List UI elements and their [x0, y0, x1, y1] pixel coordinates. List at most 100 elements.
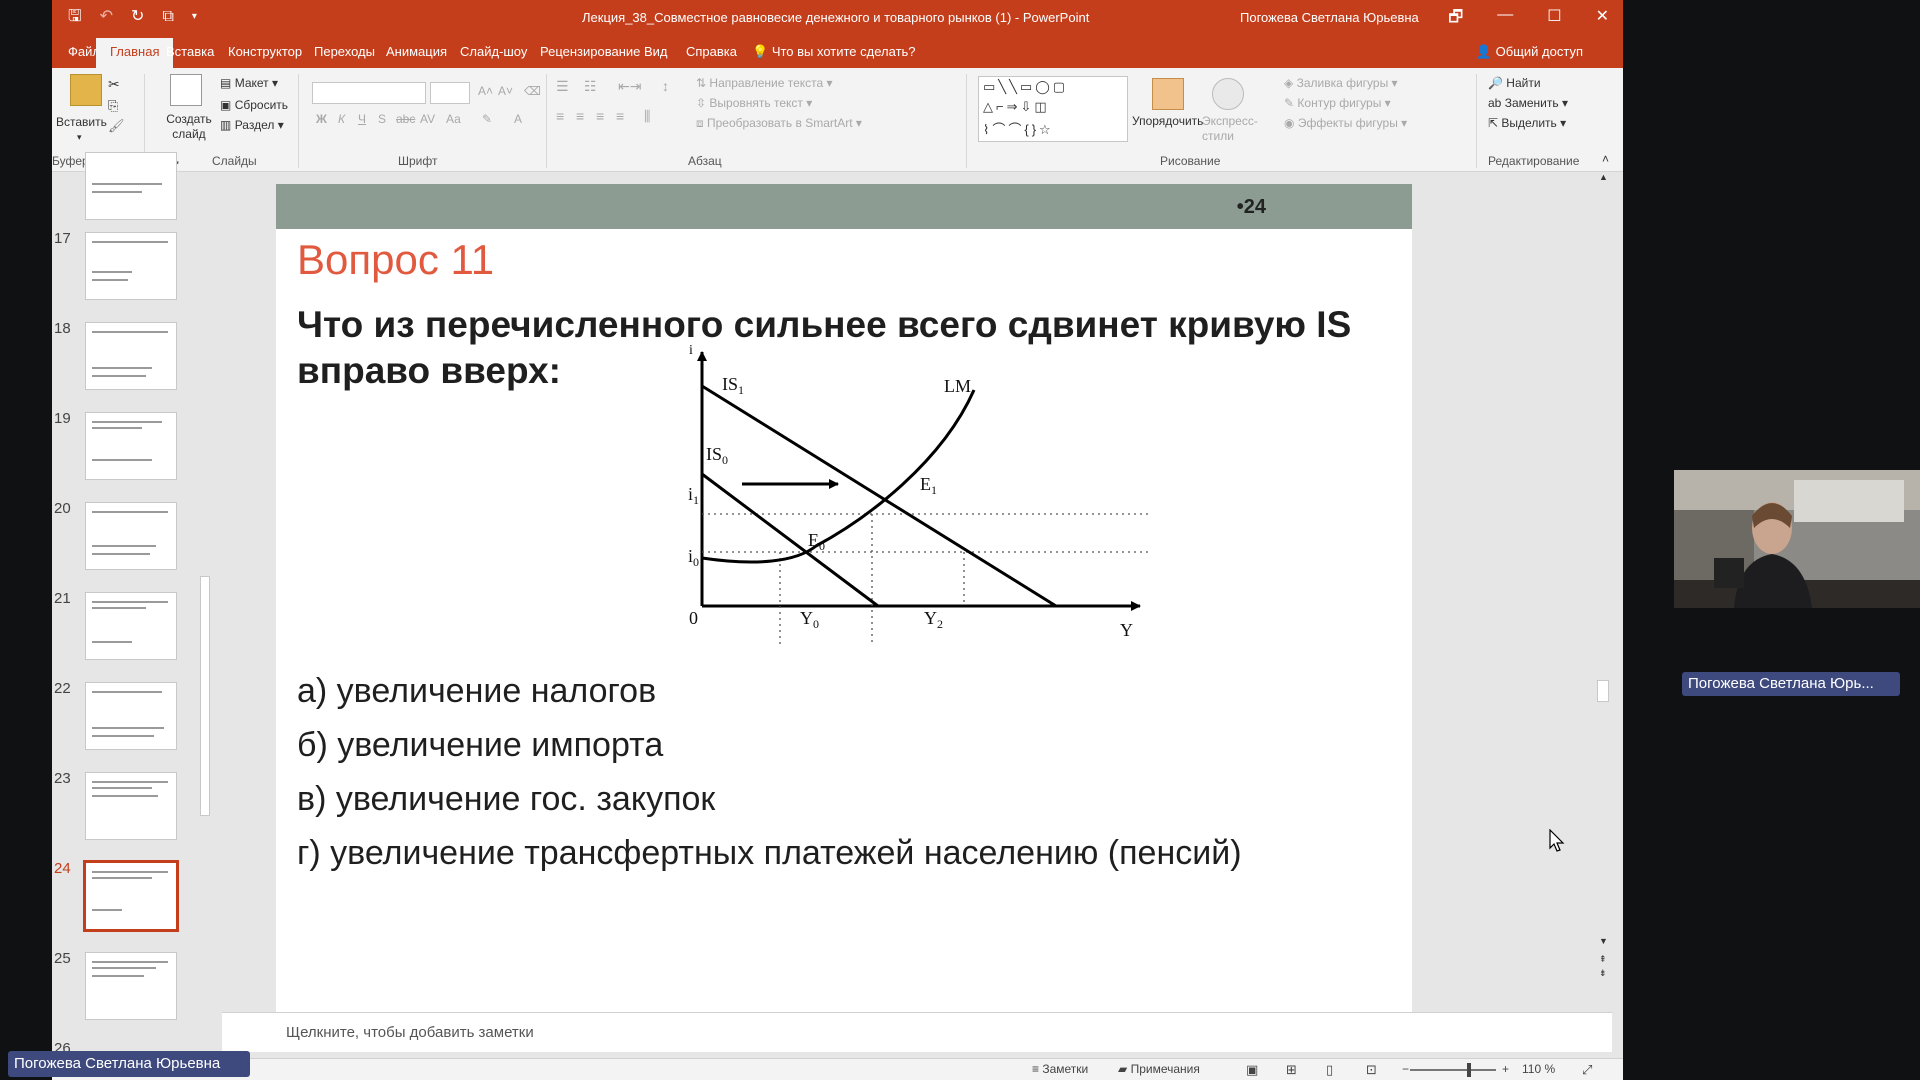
format-painter-icon[interactable]: 🖌 — [108, 118, 125, 134]
font-color-button[interactable]: А — [514, 112, 522, 126]
save-icon[interactable]: 🖫 — [68, 8, 82, 26]
start-slideshow-icon[interactable]: ⧉ — [162, 8, 173, 26]
customize-toolbar-icon[interactable]: ▾ — [192, 8, 197, 26]
slide-thumbnail[interactable] — [85, 322, 177, 390]
section-button[interactable]: ▥ Раздел ▾ — [220, 118, 284, 132]
tab-home[interactable]: Главная — [96, 38, 174, 68]
tab-animation[interactable]: Анимация — [386, 44, 447, 59]
redo-icon[interactable]: ↻ — [131, 8, 144, 26]
font-size-select[interactable] — [430, 82, 470, 104]
thumbnails-scrollbar[interactable] — [198, 176, 212, 1048]
columns-icon[interactable]: ⫼ — [644, 108, 650, 125]
maximize-icon[interactable]: ☐ — [1547, 6, 1561, 33]
char-spacing-icon[interactable]: AV — [420, 112, 435, 126]
scroll-thumb[interactable] — [1597, 680, 1609, 702]
bold-button[interactable]: Ж — [316, 112, 327, 126]
align-center-icon[interactable]: ≡ — [576, 108, 584, 124]
scroll-down-icon[interactable]: ▼ — [1599, 936, 1608, 946]
tab-transitions[interactable]: Переходы — [314, 44, 375, 59]
align-text-button[interactable]: ⇳ Выровнять текст ▾ — [696, 96, 812, 110]
decrease-font-icon[interactable]: A˅ — [498, 84, 513, 98]
sorter-view-icon[interactable]: ⊞ — [1286, 1062, 1297, 1078]
slide-canvas[interactable]: •24 Вопрос 11 Что из перечисленного силь… — [276, 184, 1412, 1014]
tab-slideshow[interactable]: Слайд-шоу — [460, 44, 527, 59]
ribbon-display-icon[interactable]: 🗗 — [1448, 6, 1463, 33]
zoom-slider-handle[interactable] — [1467, 1063, 1471, 1077]
text-direction-button[interactable]: ⇅ Направление текста ▾ — [696, 76, 833, 90]
scroll-thumb[interactable] — [200, 576, 210, 816]
tell-me-search[interactable]: 💡 Что вы хотите сделать? — [752, 44, 916, 60]
bullets-icon[interactable]: ☰ — [556, 78, 569, 95]
answer-option-b[interactable]: б) увеличение импорта — [297, 726, 663, 765]
paste-dropdown-icon[interactable]: ▾ — [77, 132, 82, 143]
tab-help[interactable]: Справка — [686, 44, 737, 59]
align-right-icon[interactable]: ≡ — [596, 108, 604, 124]
scroll-up-icon[interactable]: ▲ — [1599, 172, 1608, 182]
minimize-icon[interactable]: — — [1497, 6, 1513, 33]
shapes-row-1-icon[interactable]: ▭╲╲▭◯▢ — [983, 79, 1068, 95]
shape-effects-button[interactable]: ◉ Эффекты фигуры ▾ — [1284, 116, 1407, 130]
answer-option-a[interactable]: а) увеличение налогов — [297, 672, 656, 711]
slide-thumbnail[interactable] — [85, 232, 177, 300]
tab-insert[interactable]: Вставка — [166, 44, 214, 59]
share-button[interactable]: 👤 Общий доступ — [1476, 44, 1583, 60]
tab-review[interactable]: Рецензирование — [540, 44, 640, 59]
comments-toggle-button[interactable]: ▰ Примечания — [1118, 1062, 1200, 1076]
arrange-icon[interactable] — [1152, 78, 1184, 110]
account-name[interactable]: Погожева Светлана Юрьевна — [1240, 10, 1419, 25]
line-spacing-icon[interactable]: ↕ — [662, 78, 669, 94]
zoom-out-icon[interactable]: − — [1402, 1062, 1409, 1076]
strikethrough-button[interactable]: abc — [396, 112, 415, 126]
slide-thumbnail[interactable] — [85, 502, 177, 570]
undo-icon[interactable]: ↶ — [100, 8, 113, 26]
next-slide-icon[interactable]: ⇟ — [1599, 968, 1607, 979]
highlight-icon[interactable]: ✎ — [482, 112, 492, 126]
numbering-icon[interactable]: ☷ — [584, 78, 597, 95]
slide-thumbnail[interactable] — [85, 152, 177, 220]
notes-toggle-button[interactable]: ≡ Заметки — [1032, 1062, 1088, 1076]
indent-icon[interactable]: ⇤⇥ — [618, 78, 641, 95]
shapes-row-2-icon[interactable]: △⌐⇒⇩◫ — [983, 99, 1050, 115]
slide-thumbnail[interactable] — [85, 682, 177, 750]
underline-button[interactable]: Ч — [358, 112, 366, 126]
new-slide-icon[interactable] — [170, 74, 202, 106]
change-case-button[interactable]: Аа — [446, 112, 461, 126]
slide-scrollbar[interactable]: ▲ ▼ ⇞ ⇟ — [1596, 172, 1610, 1012]
slide-thumbnail[interactable] — [85, 592, 177, 660]
replace-button[interactable]: ab Заменить ▾ — [1488, 96, 1568, 110]
quick-styles-button[interactable]: Экспресс-стили — [1202, 114, 1262, 144]
previous-slide-icon[interactable]: ⇞ — [1599, 954, 1607, 965]
copy-icon[interactable]: ⎘ — [108, 98, 118, 114]
slide-thumbnail[interactable] — [85, 952, 177, 1020]
shapes-row-3-icon[interactable]: ⌇⌒⌒{}☆ — [983, 119, 1054, 138]
notes-pane[interactable]: Щелкните, чтобы добавить заметки — [222, 1012, 1612, 1052]
layout-button[interactable]: ▤ Макет ▾ — [220, 76, 278, 90]
justify-icon[interactable]: ≡ — [616, 108, 624, 124]
zoom-in-icon[interactable]: + — [1502, 1062, 1509, 1076]
zoom-slider[interactable] — [1410, 1069, 1496, 1071]
answer-option-d[interactable]: г) увеличение трансфертных платежей насе… — [297, 834, 1242, 873]
reading-view-icon[interactable]: ▯ — [1326, 1062, 1333, 1078]
slideshow-view-icon[interactable]: ⊡ — [1366, 1062, 1377, 1078]
smartart-button[interactable]: ⧈ Преобразовать в SmartArt ▾ — [696, 116, 862, 131]
select-button[interactable]: ⇱ Выделить ▾ — [1488, 116, 1566, 130]
slide-thumbnail[interactable] — [85, 772, 177, 840]
slide-thumbnail[interactable] — [85, 412, 177, 480]
tab-design[interactable]: Конструктор — [228, 44, 302, 59]
shadow-button[interactable]: S — [378, 112, 386, 126]
close-icon[interactable]: ✕ — [1596, 6, 1609, 33]
paste-button[interactable]: Вставить — [56, 115, 107, 129]
slide-thumbnail-active[interactable] — [83, 860, 179, 932]
paste-icon[interactable] — [70, 74, 102, 106]
arrange-button[interactable]: Упорядочить — [1132, 114, 1203, 128]
cut-icon[interactable]: ✂ — [108, 76, 120, 93]
clear-format-icon[interactable]: ⌫ — [524, 84, 541, 98]
quick-styles-icon[interactable] — [1212, 78, 1244, 110]
reset-button[interactable]: ▣ Сбросить — [220, 98, 288, 112]
align-left-icon[interactable]: ≡ — [556, 108, 564, 124]
fit-slide-icon[interactable]: ⤢ — [1582, 1062, 1592, 1078]
increase-font-icon[interactable]: A˄ — [478, 84, 493, 98]
new-slide-button[interactable]: Создать слайд — [164, 112, 214, 142]
shape-outline-button[interactable]: ✎ Контур фигуры ▾ — [1284, 96, 1391, 110]
answer-option-c[interactable]: в) увеличение гос. закупок — [297, 780, 715, 819]
